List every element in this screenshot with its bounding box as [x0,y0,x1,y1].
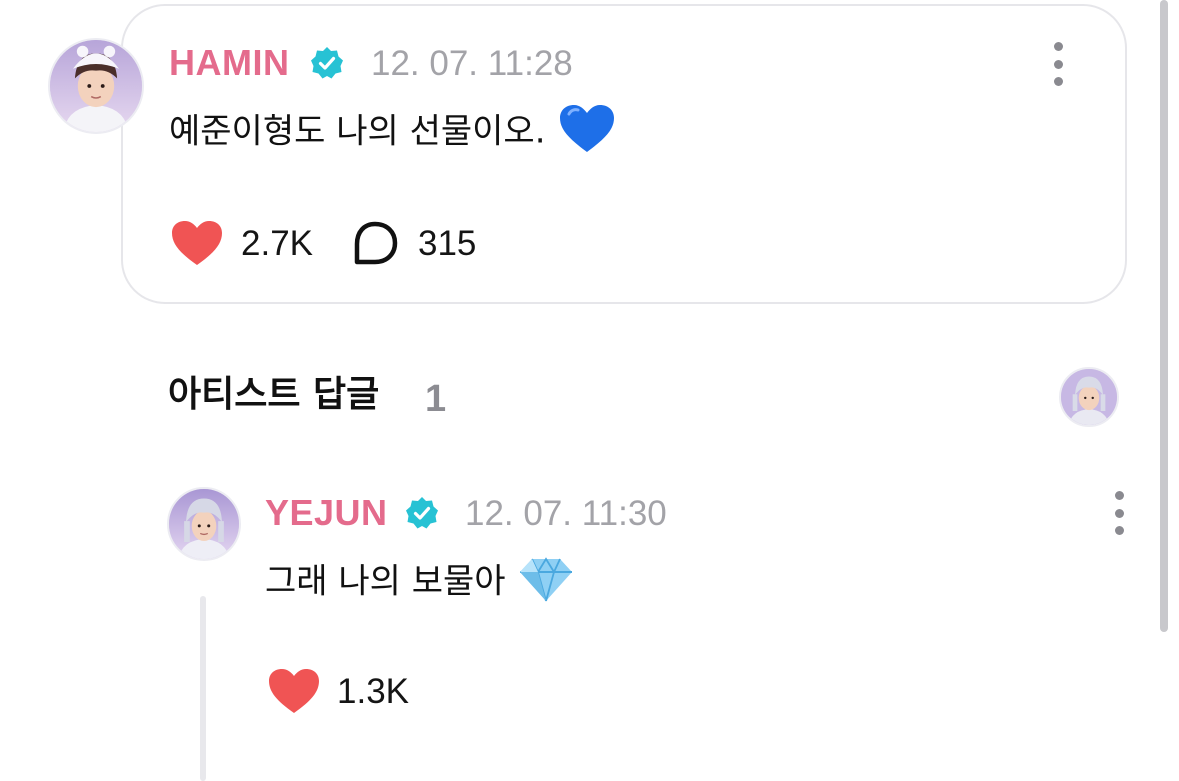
more-dot-icon [1114,491,1124,500]
more-dot-icon [1053,42,1063,51]
reply-timestamp: 12. 07. 11:30 [465,494,667,533]
like-heart-icon[interactable] [268,668,320,714]
post-author-name[interactable]: HAMIN [169,45,289,81]
artist-replies-title: 아티스트 답글 [168,374,380,415]
blue-heart-icon [560,105,615,152]
artist-replies-count: 1 [425,378,447,420]
more-dot-icon [1114,508,1124,518]
more-dot-icon [1053,77,1063,86]
more-dot-icon [1053,59,1063,69]
post-text: 예준이형도 나의 선물이오. [169,105,616,154]
post-text-content: 예준이형도 나의 선물이오. [169,111,546,152]
reply-author-name[interactable]: YEJUN [265,495,388,531]
post-detail-page: HAMIN 12. 07. 11:28 예준이형도 나의 선물이오. 2.7K … [0,0,1179,781]
post-comment-count: 315 [418,224,477,263]
gem-stone-icon [520,557,573,602]
comment-bubble-icon[interactable] [351,220,399,266]
post-more-options-button[interactable] [1048,42,1068,86]
reply-more-options-button[interactable] [1109,491,1129,535]
thread-line [200,596,206,781]
reply-text: 그래 나의 보물아 [265,557,574,603]
verified-badge-icon [311,47,343,79]
reply-like-count: 1.3K [337,672,409,711]
verified-badge-icon [406,497,438,529]
post-like-count: 2.7K [241,224,313,263]
hamin-avatar[interactable] [48,38,144,134]
artist-reply-avatar[interactable] [1059,367,1119,427]
more-dot-icon [1114,526,1124,535]
reply-text-content: 그래 나의 보물아 [265,561,506,602]
scrollbar[interactable] [1160,0,1168,632]
yejun-avatar[interactable] [167,487,241,561]
like-heart-icon[interactable] [171,220,223,266]
post-timestamp: 12. 07. 11:28 [371,44,573,83]
